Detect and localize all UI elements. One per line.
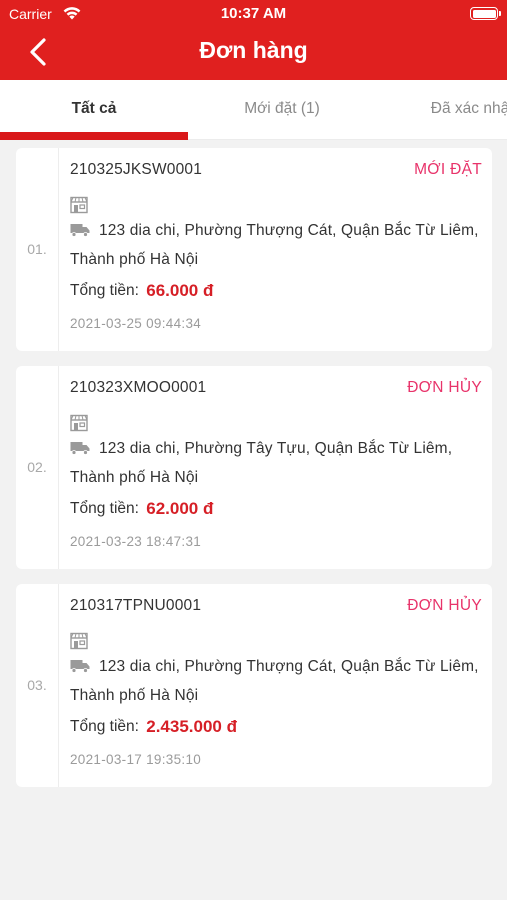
total-value: 2.435.000 đ — [146, 717, 237, 736]
total-value: 66.000 đ — [146, 281, 214, 300]
status-bar: Carrier 10:37 AM — [0, 0, 507, 28]
order-card[interactable]: 03. 210317TPNU0001 ĐƠN HỦY 123 dia chi, … — [16, 584, 492, 787]
app-header: Carrier 10:37 AM Đơn hàng — [0, 0, 507, 80]
order-total: Tổng tiền: 62.000 đ — [70, 499, 213, 519]
order-total: Tổng tiền: 66.000 đ — [70, 281, 213, 301]
order-date: 2021-03-23 18:47:31 — [70, 534, 202, 549]
tab-confirmed[interactable]: Đã xác nhậ — [376, 80, 507, 139]
order-index: 02. — [16, 366, 59, 569]
order-total: Tổng tiền: 2.435.000 đ — [70, 717, 237, 737]
tab-bar: Tất cả Mới đặt (1) Đã xác nhậ — [0, 80, 507, 140]
order-index: 01. — [16, 148, 59, 351]
order-date: 2021-03-25 09:44:34 — [70, 316, 202, 331]
order-status-badge: ĐƠN HỦY — [407, 597, 482, 614]
total-label: Tổng tiền: — [70, 282, 139, 299]
order-code: 210325JKSW0001 — [70, 161, 203, 178]
delivery-address: 123 dia chi, Phường Tây Tựu, Quận Bắc Từ… — [70, 440, 453, 486]
order-code: 210323XMOO0001 — [70, 379, 207, 396]
order-index: 03. — [16, 584, 59, 787]
order-status-badge: ĐƠN HỦY — [407, 379, 482, 396]
order-card[interactable]: 02. 210323XMOO0001 ĐƠN HỦY 123 dia chi, … — [16, 366, 492, 569]
tab-new-orders[interactable]: Mới đặt (1) — [188, 80, 376, 139]
order-code: 210317TPNU0001 — [70, 597, 202, 614]
battery-icon — [470, 7, 501, 20]
clock: 10:37 AM — [220, 5, 287, 22]
delivery-address: 123 dia chi, Phường Thượng Cát, Quận Bắc… — [70, 658, 479, 704]
shop-icon — [70, 414, 88, 432]
total-label: Tổng tiền: — [70, 500, 139, 517]
active-tab-indicator — [0, 132, 188, 140]
total-value: 62.000 đ — [146, 499, 214, 518]
shop-icon — [70, 632, 88, 650]
order-date: 2021-03-17 19:35:10 — [70, 752, 202, 767]
delivery-address: 123 dia chi, Phường Thượng Cát, Quận Bắc… — [70, 222, 479, 268]
shop-icon — [70, 196, 88, 214]
order-card[interactable]: 01. 210325JKSW0001 MỚI ĐẶT 123 dia chi, … — [16, 148, 492, 351]
order-status-badge: MỚI ĐẶT — [414, 161, 482, 178]
page-title: Đơn hàng — [199, 37, 308, 63]
total-label: Tổng tiền: — [70, 718, 139, 735]
tab-all[interactable]: Tất cả — [0, 80, 188, 139]
